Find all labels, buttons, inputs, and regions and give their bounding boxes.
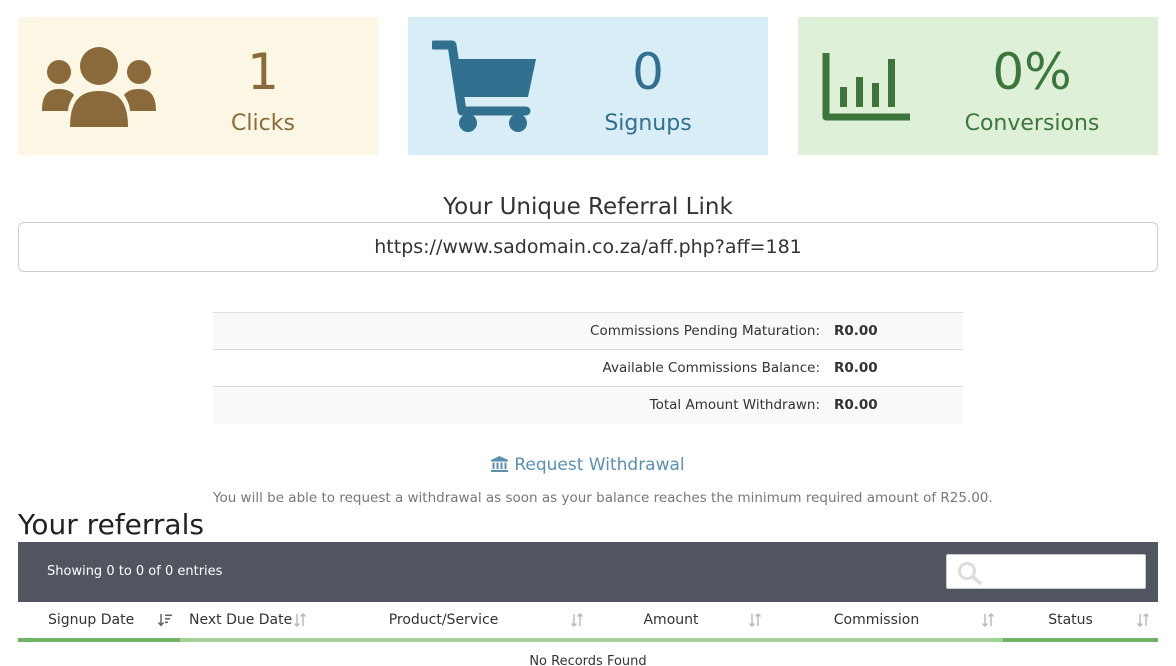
conversions-stat-card: 0% Conversions [798, 17, 1158, 155]
conversions-label: Conversions [964, 111, 1100, 136]
users-icon [42, 47, 156, 127]
column-header-label: Amount [643, 612, 699, 628]
column-header-signup-date[interactable]: Signup Date [18, 602, 180, 642]
column-header-label: Product/Service [388, 612, 499, 628]
referrals-table-toolbar: Showing 0 to 0 of 0 entries [18, 542, 1158, 602]
commission-label: Commissions Pending Maturation: [213, 312, 828, 350]
sort-icon [293, 613, 307, 627]
signups-stat-card: 0 Signups [408, 17, 768, 155]
shopping-cart-icon [432, 40, 536, 132]
commission-row: Commissions Pending Maturation: R0.00 [213, 312, 963, 350]
conversions-value: 0% [992, 43, 1072, 101]
column-header-status[interactable]: Status [1003, 602, 1158, 642]
column-header-label: Commission [833, 612, 920, 628]
commission-label: Total Amount Withdrawn: [213, 386, 828, 424]
sort-desc-icon [158, 614, 172, 627]
column-header-label: Signup Date [48, 612, 135, 628]
referrals-title: Your referrals [18, 508, 204, 541]
bank-icon [491, 456, 509, 472]
clicks-value: 1 [247, 43, 279, 101]
column-header-product-service[interactable]: Product/Service [315, 602, 592, 642]
request-withdrawal-link[interactable]: Request Withdrawal [0, 455, 1176, 475]
column-header-label: Status [1048, 612, 1093, 628]
referral-link-heading: Your Unique Referral Link [443, 194, 733, 220]
referrals-table-header: Signup Date Next Due Date Product/Servic… [18, 602, 1158, 642]
clicks-stat-card: 1 Clicks [18, 17, 378, 155]
no-records-message: No Records Found [529, 654, 647, 666]
sort-icon [1136, 613, 1150, 627]
sort-icon [570, 613, 584, 627]
withdrawal-note: You will be able to request a withdrawal… [213, 490, 993, 506]
commission-amount: R0.00 [828, 312, 963, 350]
commissions-table: Commissions Pending Maturation: R0.00 Av… [213, 312, 963, 424]
search-input[interactable] [946, 554, 1146, 589]
bar-chart-icon [822, 53, 910, 121]
commission-row: Total Amount Withdrawn: R0.00 [213, 386, 963, 424]
column-header-label: Next Due Date [189, 612, 293, 628]
referral-link-input[interactable] [18, 222, 1158, 272]
column-header-amount[interactable]: Amount [592, 602, 770, 642]
signups-value: 0 [632, 43, 664, 101]
column-header-next-due-date[interactable]: Next Due Date [180, 602, 315, 642]
sort-icon [748, 613, 762, 627]
table-info: Showing 0 to 0 of 0 entries [47, 564, 223, 579]
signups-label: Signups [604, 111, 692, 136]
commission-row: Available Commissions Balance: R0.00 [213, 349, 963, 387]
column-header-commission[interactable]: Commission [770, 602, 1003, 642]
search-icon [958, 562, 982, 585]
sort-icon [981, 613, 995, 627]
clicks-label: Clicks [231, 111, 295, 136]
commission-amount: R0.00 [828, 349, 963, 387]
request-withdrawal-label: Request Withdrawal [514, 455, 685, 475]
commission-amount: R0.00 [828, 386, 963, 424]
commission-label: Available Commissions Balance: [213, 349, 828, 387]
